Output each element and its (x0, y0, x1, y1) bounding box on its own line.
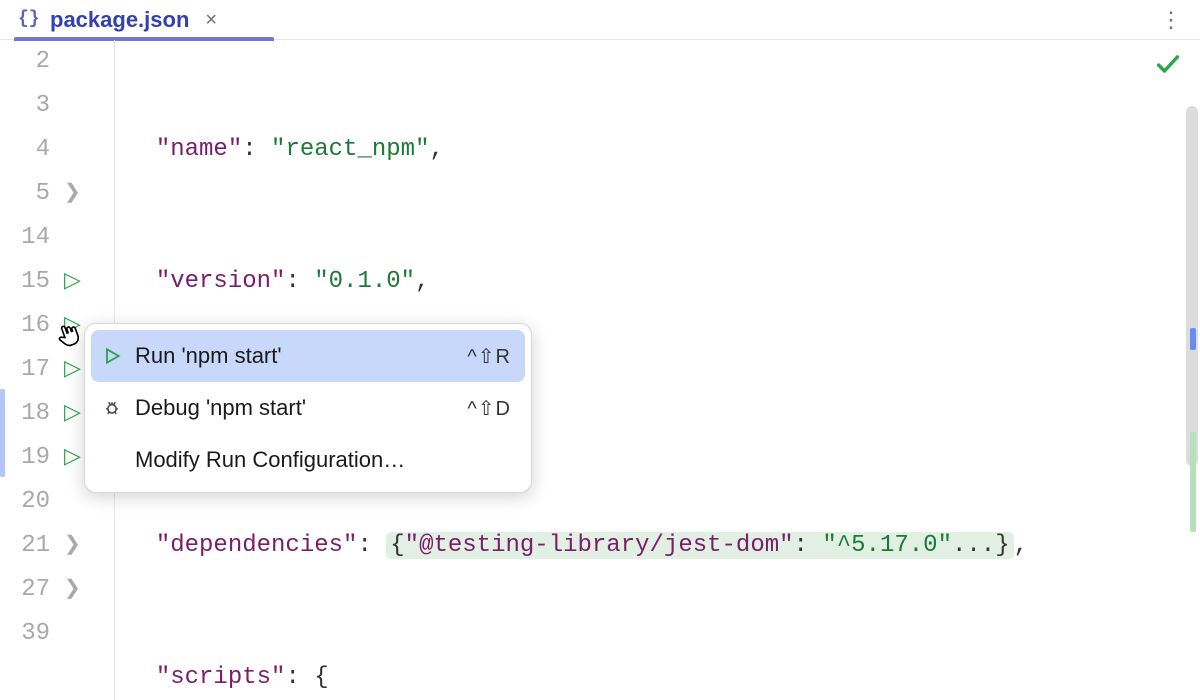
line-number: 20 (0, 480, 50, 524)
line-number: 15 (0, 260, 50, 304)
menu-label: Debug 'npm start' (135, 395, 455, 421)
menu-shortcut: ^⇧R (467, 344, 511, 369)
menu-label: Run 'npm start' (135, 343, 455, 369)
bug-icon (101, 398, 123, 418)
chevron-right-icon[interactable]: ❯ (64, 184, 81, 204)
line-number-gutter: 2 3 4 5 14 15 16 17 18 19 20 21 27 39 (0, 40, 58, 700)
line-number: 16 (0, 304, 50, 348)
json-file-icon: {} (18, 6, 40, 33)
line-number: 21 (0, 524, 50, 568)
tab-package-json[interactable]: {} package.json × (14, 0, 223, 40)
chevron-right-icon[interactable]: ❯ (64, 536, 81, 556)
code-line: "version": "0.1.0", (127, 260, 1200, 304)
line-number: 39 (0, 612, 50, 656)
tab-title: package.json (50, 7, 189, 33)
play-icon (101, 346, 123, 366)
line-number: 5 (0, 172, 50, 216)
code-line: "scripts": { (127, 656, 1200, 700)
scrollbar-thumb[interactable] (1186, 106, 1198, 466)
line-number: 18 (0, 392, 50, 436)
menu-item-debug[interactable]: Debug 'npm start' ^⇧D (91, 382, 525, 434)
menu-shortcut: ^⇧D (467, 396, 511, 421)
line-number: 3 (0, 84, 50, 128)
tab-menu-kebab-icon[interactable]: ⋮ (1160, 9, 1182, 31)
chevron-right-icon[interactable]: ❯ (64, 580, 81, 600)
run-gutter-icon[interactable]: ▷ (64, 271, 81, 293)
line-number: 14 (0, 216, 50, 260)
line-number: 2 (0, 40, 50, 84)
close-icon[interactable]: × (205, 10, 217, 30)
svg-text:{}: {} (18, 9, 40, 28)
run-gutter-icon[interactable]: ▷ (64, 403, 81, 425)
line-number: 4 (0, 128, 50, 172)
context-menu: Run 'npm start' ^⇧R Debug 'npm start' ^⇧… (84, 323, 532, 493)
overview-mark[interactable] (1190, 432, 1196, 532)
code-line: "dependencies": {"@testing-library/jest-… (127, 524, 1200, 568)
line-number: 19 (0, 436, 50, 480)
line-number: 27 (0, 568, 50, 612)
scrollbar-overview[interactable] (1186, 40, 1198, 700)
menu-item-run[interactable]: Run 'npm start' ^⇧R (91, 330, 525, 382)
run-gutter-icon[interactable]: ▷ (64, 359, 81, 381)
menu-label: Modify Run Configuration… (135, 447, 511, 473)
overview-mark[interactable] (1190, 328, 1196, 350)
folded-region[interactable]: {"@testing-library/jest-dom": "^5.17.0".… (386, 532, 1013, 559)
run-gutter-icon[interactable]: ▷ (64, 447, 81, 469)
menu-item-modify[interactable]: · Modify Run Configuration… (91, 434, 525, 486)
code-line: "name": "react_npm", (127, 128, 1200, 172)
tab-bar: {} package.json × ⋮ (0, 0, 1200, 40)
line-number: 17 (0, 348, 50, 392)
